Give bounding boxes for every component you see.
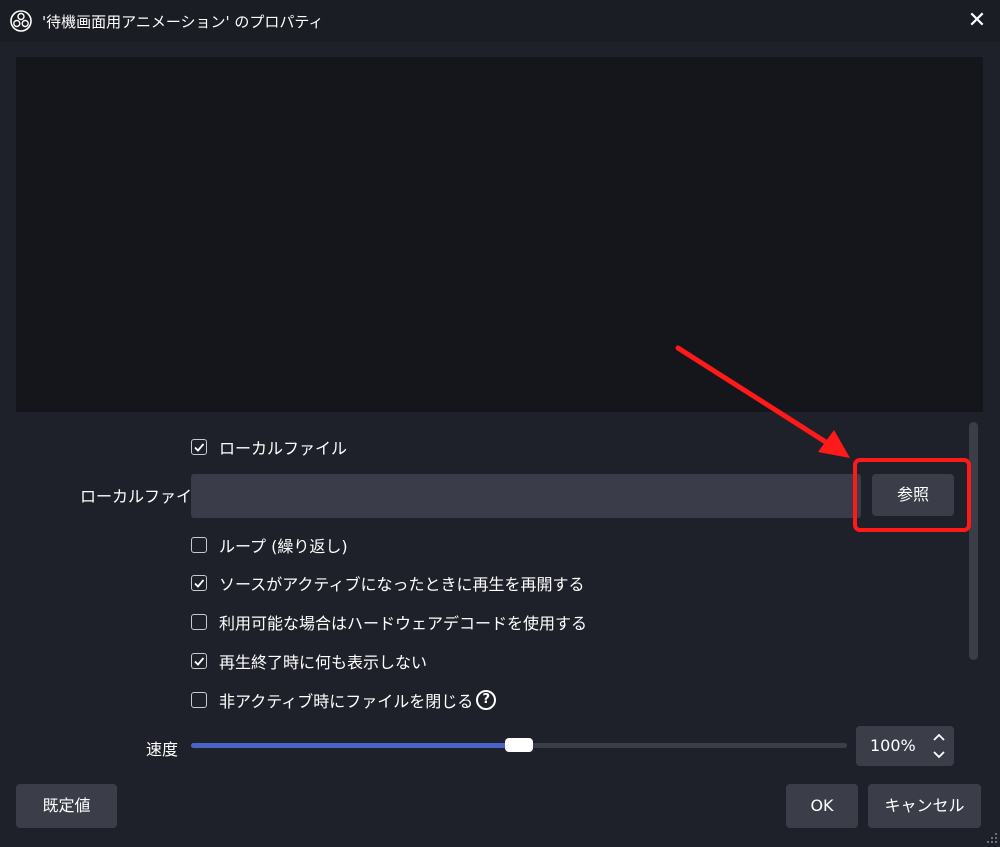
close-inactive-checkbox[interactable]	[191, 692, 207, 708]
window-title: '待機画面用アニメーション' のプロパティ	[42, 13, 324, 31]
restart-checkbox-row[interactable]: ソースがアクティブになったときに再生を再開する	[191, 571, 584, 595]
hw-decode-checkbox[interactable]	[191, 614, 207, 630]
local-file-checkbox-row[interactable]: ローカルファイル	[191, 435, 347, 459]
hide-on-end-label: 再生終了時に何も表示しない	[219, 653, 428, 672]
title-bar: '待機画面用アニメーション' のプロパティ ✕	[0, 0, 1000, 42]
ok-button[interactable]: OK	[786, 784, 858, 828]
defaults-button[interactable]: 既定値	[16, 784, 117, 828]
speed-spinbox[interactable]: 100%	[856, 726, 954, 766]
hide-on-end-checkbox[interactable]	[191, 653, 207, 669]
loop-checkbox-label: ループ (繰り返し)	[219, 537, 348, 556]
cancel-button[interactable]: キャンセル	[868, 784, 981, 828]
scrollbar-thumb[interactable]	[969, 422, 978, 660]
close-inactive-label: 非アクティブ時にファイルを閉じる	[219, 692, 474, 711]
source-preview	[16, 57, 983, 412]
restart-on-active-checkbox[interactable]	[191, 575, 207, 591]
speed-slider-fill	[191, 743, 519, 748]
chevron-up-icon[interactable]	[928, 728, 950, 746]
close-inactive-checkbox-row[interactable]: 非アクティブ時にファイルを閉じる ?	[191, 688, 497, 712]
hw-decode-checkbox-row[interactable]: 利用可能な場合はハードウェアデコードを使用する	[191, 610, 587, 634]
local-file-checkbox[interactable]	[191, 439, 207, 455]
resize-grip-icon[interactable]	[986, 832, 998, 844]
restart-on-active-label: ソースがアクティブになったときに再生を再開する	[219, 575, 585, 594]
annotation-highlight-box	[853, 458, 971, 532]
obs-icon	[10, 10, 32, 32]
local-file-input[interactable]	[191, 474, 861, 518]
speed-slider-handle[interactable]	[505, 738, 533, 752]
question-circle-icon[interactable]: ?	[476, 690, 497, 710]
hide-on-end-checkbox-row[interactable]: 再生終了時に何も表示しない	[191, 649, 427, 673]
speed-value: 100%	[870, 736, 916, 755]
speed-label: 速度	[146, 740, 179, 759]
close-button[interactable]: ✕	[962, 6, 992, 36]
local-file-checkbox-label: ローカルファイル	[219, 439, 348, 458]
loop-checkbox-row[interactable]: ループ (繰り返し)	[191, 533, 348, 557]
local-file-field-label: ローカルファイル	[80, 487, 209, 506]
loop-checkbox[interactable]	[191, 537, 207, 553]
hw-decode-label: 利用可能な場合はハードウェアデコードを使用する	[219, 614, 588, 633]
chevron-down-icon[interactable]	[928, 746, 950, 764]
